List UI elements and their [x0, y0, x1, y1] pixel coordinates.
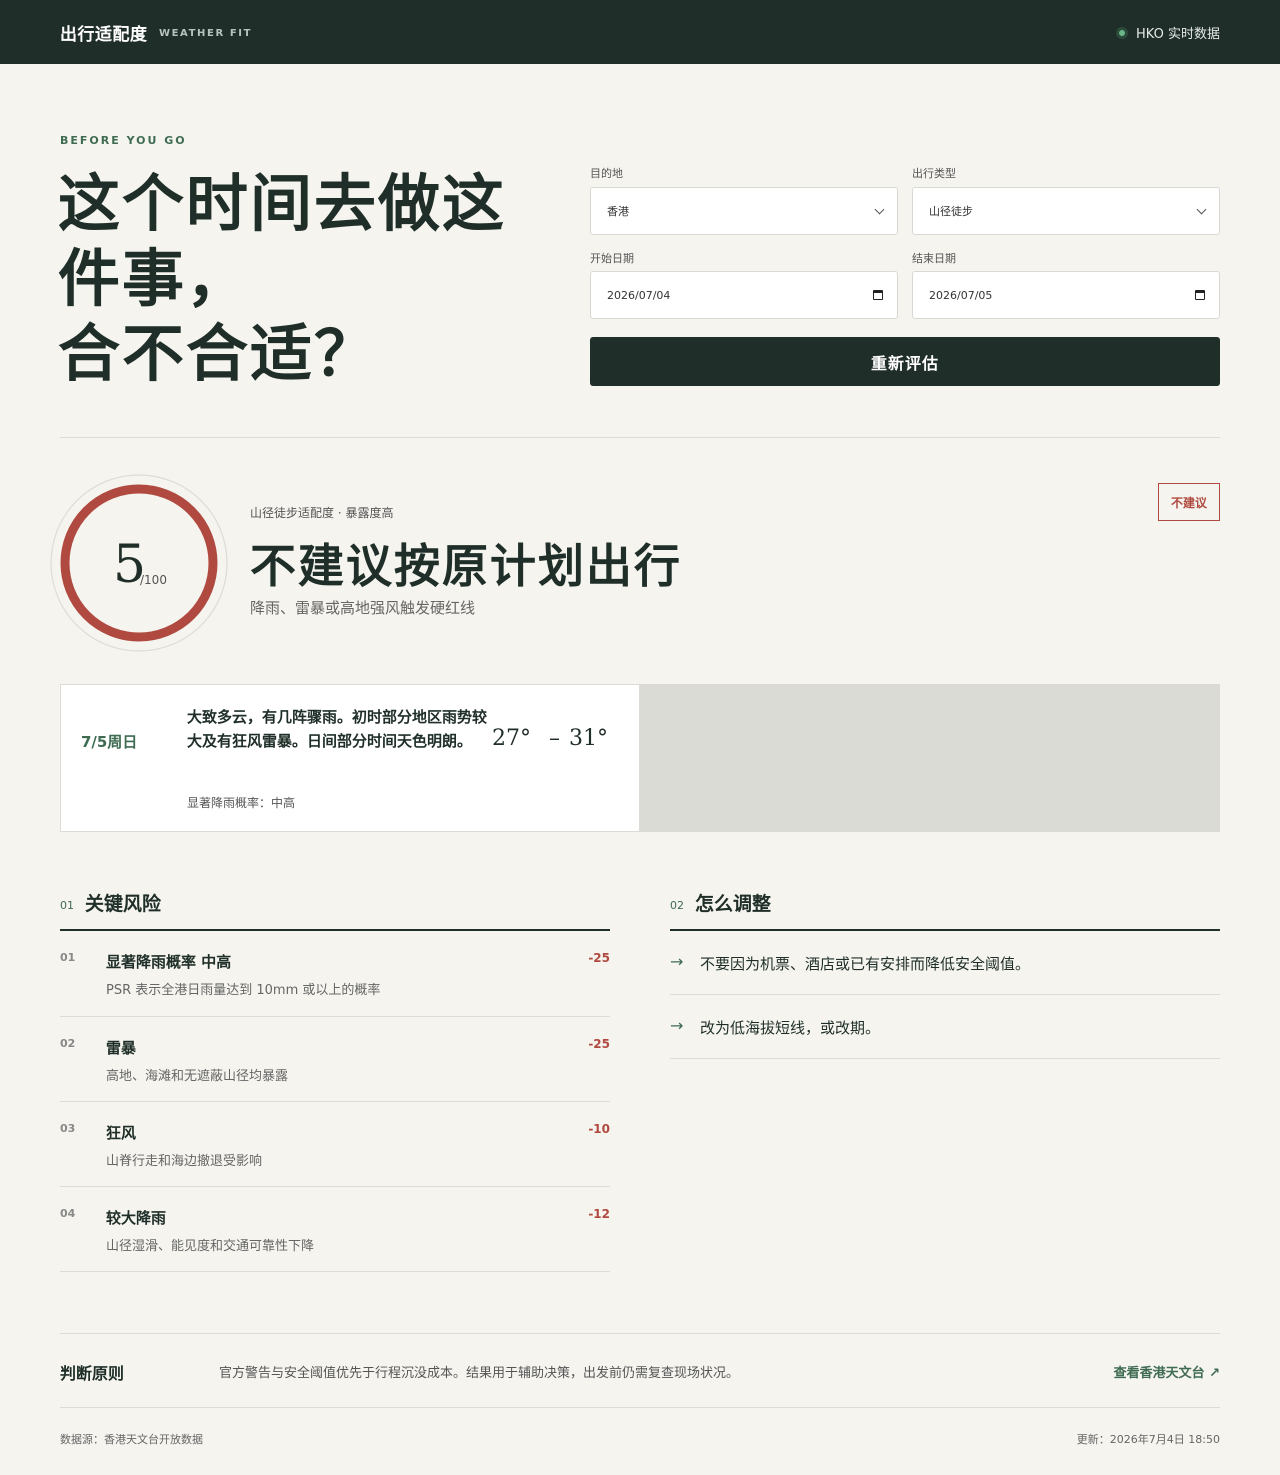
start-date-input[interactable]: 2026/07/04 [590, 271, 898, 319]
brand-title[interactable]: 出行适配度 [60, 20, 148, 45]
adjust-title: 怎么调整 [695, 893, 772, 915]
title-line: 合不合适？ [58, 317, 379, 390]
row-divider [670, 994, 1220, 995]
section-divider [60, 1333, 1220, 1334]
data-source: 数据源：香港天文台开放数据 [60, 1433, 203, 1446]
eyebrow: BEFORE YOU GO [60, 134, 187, 147]
reassess-button[interactable]: 重新评估 [590, 337, 1220, 386]
trip-type-value: 山径徒步 [929, 205, 973, 218]
destination-value: 香港 [607, 205, 629, 218]
risk-delta: -10 [588, 1122, 610, 1136]
status-badge: 不建议 [1158, 483, 1220, 521]
forecast-date: 7/5周日 [81, 733, 138, 751]
arrow-right-icon: → [670, 1016, 684, 1035]
risk-delta: -25 [588, 951, 610, 965]
principle-title: 判断原则 [60, 1364, 125, 1383]
arrow-right-icon: → [670, 952, 684, 971]
principle-text: 官方警告与安全阈值优先于行程沉没成本。结果用于辅助决策，出发前仍需复查现场状况。 [219, 1366, 740, 1381]
adjust-item: 不要因为机票、酒店或已有安排而降低安全阈值。 [700, 955, 1031, 973]
temp-max: 31° [569, 726, 608, 751]
title-line: 件事， [58, 242, 251, 315]
start-date-value: 2026/07/04 [607, 288, 671, 302]
end-date-label: 结束日期 [912, 252, 956, 265]
adjust-item: 改为低海拔短线，或改期。 [700, 1019, 881, 1037]
risk-desc: 山径湿滑、能见度和交通可靠性下降 [106, 1239, 315, 1254]
risk-title: 狂风 [106, 1124, 137, 1142]
forecast-placeholder [640, 684, 1220, 832]
start-date-label: 开始日期 [590, 252, 634, 265]
risk-delta: -12 [588, 1207, 610, 1221]
section-divider [60, 437, 1220, 438]
temp-separator: – [549, 726, 560, 751]
section-number: 01 [60, 899, 74, 912]
destination-select[interactable]: 香港 [590, 187, 898, 235]
risk-title: 较大降雨 [106, 1209, 167, 1227]
risk-index: 02 [60, 1037, 76, 1050]
end-date-input[interactable]: 2026/07/05 [912, 271, 1220, 319]
risk-desc: PSR 表示全港日雨量达到 10mm 或以上的概率 [106, 983, 381, 998]
destination-label: 目的地 [590, 167, 623, 180]
title-line: 这个时间去做这 [58, 167, 507, 240]
section-rule [670, 929, 1220, 931]
brand-subtitle: WEATHER FIT [159, 28, 253, 39]
row-divider [60, 1271, 610, 1272]
risk-index: 01 [60, 951, 76, 964]
temp-min: 27° [492, 726, 531, 751]
chevron-down-icon [1196, 204, 1207, 214]
status-label: HKO 实时数据 [1136, 27, 1220, 42]
verdict-title: 不建议按原计划出行 [250, 539, 682, 593]
data-status: HKO 实时数据 [1116, 23, 1220, 42]
row-divider [670, 1058, 1220, 1059]
section-number: 02 [670, 899, 684, 912]
risk-index: 04 [60, 1207, 76, 1220]
row-divider [60, 1186, 610, 1187]
end-date-value: 2026/07/05 [929, 288, 993, 302]
page-title: 这个时间去做这 件事， 合不合适？ [58, 166, 538, 391]
footer-divider [60, 1407, 1220, 1408]
live-dot-icon [1116, 26, 1129, 39]
chevron-down-icon [874, 204, 885, 214]
verdict-reason: 降雨、雷暴或高地强风触发硬红线 [250, 599, 476, 617]
verdict-meta: 山径徒步适配度 · 暴露度高 [250, 506, 394, 520]
forecast-description: 大致多云，有几阵骤雨。初时部分地区雨势较大及有狂风雷暴。日间部分时间天色明朗。 [187, 708, 488, 750]
last-updated: 更新：2026年7月4日 18:50 [1076, 1433, 1220, 1446]
calendar-icon[interactable] [873, 290, 883, 300]
score-denominator: /100 [140, 573, 167, 587]
trip-type-select[interactable]: 山径徒步 [912, 187, 1220, 235]
calendar-icon[interactable] [1195, 290, 1205, 300]
risks-title: 关键风险 [85, 893, 162, 915]
risk-desc: 山脊行走和海边撤退受影响 [106, 1154, 263, 1169]
row-divider [60, 1016, 610, 1017]
row-divider [60, 1101, 610, 1102]
risk-desc: 高地、海滩和无遮蔽山径均暴露 [106, 1069, 289, 1084]
top-bar: 出行适配度 WEATHER FIT HKO 实时数据 [0, 0, 1280, 64]
hko-link[interactable]: 查看香港天文台 ↗ [1114, 1362, 1220, 1381]
forecast-psr: 显著降雨概率：中高 [187, 796, 296, 810]
section-rule [60, 929, 610, 931]
risk-delta: -25 [588, 1037, 610, 1051]
risk-title: 显著降雨概率 中高 [106, 953, 232, 971]
trip-type-label: 出行类型 [912, 167, 956, 180]
risk-index: 03 [60, 1122, 76, 1135]
risk-title: 雷暴 [106, 1039, 137, 1057]
